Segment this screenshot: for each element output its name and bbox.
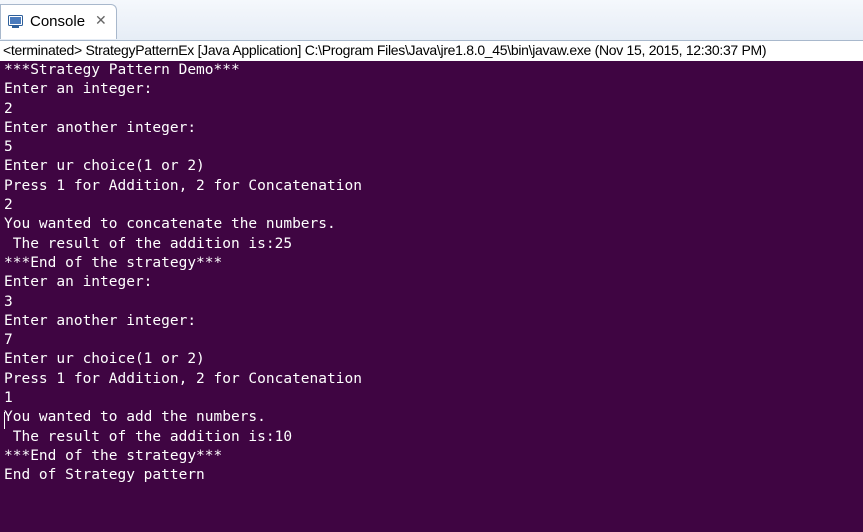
console-line: Enter ur choice(1 or 2) bbox=[4, 351, 205, 368]
tab-console-label: Console bbox=[30, 13, 86, 30]
console-line: 2 bbox=[4, 100, 13, 117]
console-line: 1 bbox=[4, 390, 13, 407]
text-caret bbox=[4, 412, 5, 429]
console-line: Enter ur choice(1 or 2) bbox=[4, 158, 205, 175]
console-line: End of Strategy pattern bbox=[4, 467, 205, 484]
console-line: ***End of the strategy*** bbox=[4, 254, 223, 271]
process-status-line: <terminated> StrategyPatternEx [Java App… bbox=[0, 41, 863, 61]
console-line: 5 bbox=[4, 139, 13, 156]
console-line: 3 bbox=[4, 293, 13, 310]
console-output[interactable]: ***Strategy Pattern Demo*** Enter an int… bbox=[0, 61, 863, 532]
console-line: Press 1 for Addition, 2 for Concatenatio… bbox=[4, 370, 362, 387]
console-line: You wanted to concatenate the numbers. bbox=[4, 216, 336, 233]
tab-console[interactable]: Console ✕ bbox=[0, 4, 117, 39]
console-line: You wanted to add the numbers. bbox=[4, 409, 266, 426]
console-line: 7 bbox=[4, 332, 13, 349]
console-line: Enter an integer: bbox=[4, 274, 153, 291]
console-line: ***End of the strategy*** bbox=[4, 447, 223, 464]
close-icon[interactable]: ✕ bbox=[95, 13, 107, 29]
console-icon bbox=[8, 15, 23, 28]
console-line: 2 bbox=[4, 197, 13, 214]
view-tab-bar: Console ✕ bbox=[0, 0, 863, 41]
console-line: The result of the addition is:10 bbox=[4, 428, 293, 445]
console-line: Press 1 for Addition, 2 for Concatenatio… bbox=[4, 177, 362, 194]
console-line: ***Strategy Pattern Demo*** bbox=[4, 62, 240, 78]
console-line: Enter another integer: bbox=[4, 312, 197, 329]
console-line: Enter another integer: bbox=[4, 119, 197, 136]
console-line: The result of the addition is:25 bbox=[4, 235, 293, 252]
console-line: Enter an integer: bbox=[4, 81, 153, 98]
